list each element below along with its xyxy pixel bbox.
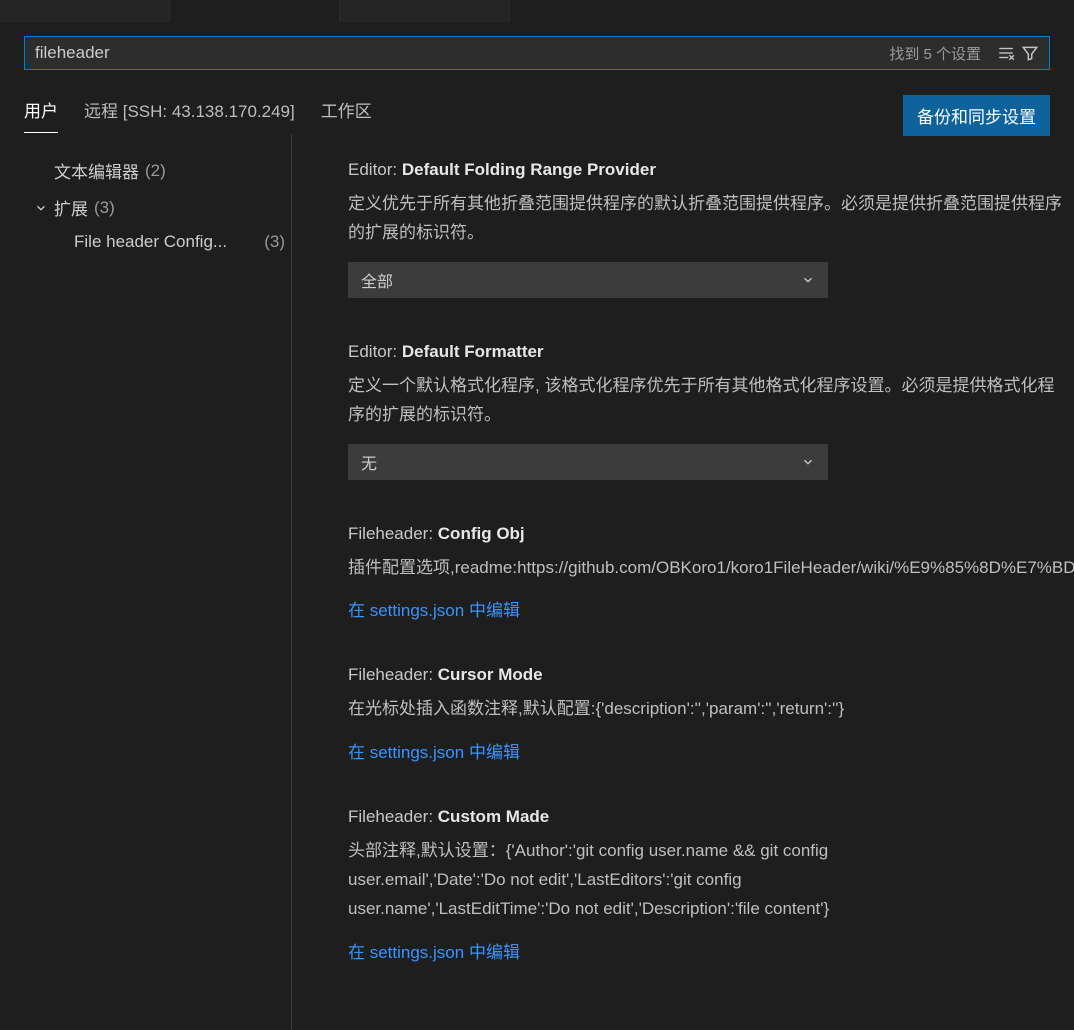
setting-item: Fileheader: Custom Made 头部注释,默认设置：{'Auth… xyxy=(348,807,1068,963)
setting-item: Editor: Default Folding Range Provider 定… xyxy=(348,160,1068,298)
setting-name: Cursor Mode xyxy=(438,665,543,684)
setting-item: Fileheader: Cursor Mode 在光标处插入函数注释,默认配置:… xyxy=(348,665,1068,763)
editor-tab-active[interactable] xyxy=(170,0,340,22)
select-value: 无 xyxy=(361,450,377,474)
scope-tabs: 用户 远程 [SSH: 43.138.170.249] 工作区 xyxy=(24,97,372,133)
setting-select[interactable]: 全部 xyxy=(348,262,828,298)
setting-name: Custom Made xyxy=(438,807,549,826)
editor-tab[interactable] xyxy=(340,0,510,22)
filter-icon[interactable] xyxy=(1021,44,1039,62)
setting-title: Editor: Default Folding Range Provider xyxy=(348,160,1068,180)
setting-description: 定义一个默认格式化程序, 该格式化程序优先于所有其他格式化程序设置。必须是提供格… xyxy=(348,372,1068,430)
sidebar-item-label: File header Config... xyxy=(74,232,227,252)
scope-row: 用户 远程 [SSH: 43.138.170.249] 工作区 备份和同步设置 xyxy=(0,78,1074,134)
sidebar-item-count: (2) xyxy=(145,161,166,181)
setting-name: Config Obj xyxy=(438,524,525,543)
sidebar-item-count: (3) xyxy=(94,198,115,218)
setting-title: Fileheader: Cursor Mode xyxy=(348,665,1068,685)
setting-name: Default Formatter xyxy=(402,342,544,361)
editor-tabs xyxy=(0,0,1074,22)
setting-select[interactable]: 无 xyxy=(348,444,828,480)
setting-title: Fileheader: Custom Made xyxy=(348,807,1068,827)
sidebar-item-text-editor[interactable]: 文本编辑器 (2) xyxy=(0,152,291,189)
edit-in-settings-json-link[interactable]: 在 settings.json 中编辑 xyxy=(348,938,1068,963)
setting-prefix: Fileheader: xyxy=(348,665,438,684)
sync-settings-button[interactable]: 备份和同步设置 xyxy=(903,95,1050,136)
setting-item: Fileheader: Config Obj 插件配置选项,readme:htt… xyxy=(348,524,1068,622)
setting-prefix: Fileheader: xyxy=(348,807,438,826)
scope-tab-remote[interactable]: 远程 [SSH: 43.138.170.249] xyxy=(84,97,295,133)
settings-content: Editor: Default Folding Range Provider 定… xyxy=(292,134,1074,1030)
edit-in-settings-json-link[interactable]: 在 settings.json 中编辑 xyxy=(348,738,1068,763)
scope-tab-workspace[interactable]: 工作区 xyxy=(321,97,372,133)
setting-description: 头部注释,默认设置：{'Author':'git config user.nam… xyxy=(348,837,968,924)
settings-search-row: 找到 5 个设置 xyxy=(0,22,1074,78)
chevron-down-icon xyxy=(32,201,50,215)
chevron-down-icon xyxy=(801,273,815,287)
sidebar-item-fileheader[interactable]: File header Config... (3) xyxy=(0,226,291,258)
sidebar-item-label: 扩展 xyxy=(54,195,88,220)
setting-title: Editor: Default Formatter xyxy=(348,342,1068,362)
clear-filters-icon[interactable] xyxy=(997,44,1015,62)
setting-prefix: Editor: xyxy=(348,160,402,179)
setting-description: 插件配置选项,readme:https://github.com/OBKoro1… xyxy=(348,554,1068,583)
scope-tab-user[interactable]: 用户 xyxy=(24,97,58,133)
setting-title: Fileheader: Config Obj xyxy=(348,524,1068,544)
editor-tab[interactable] xyxy=(0,0,170,22)
setting-name: Default Folding Range Provider xyxy=(402,160,656,179)
chevron-down-icon xyxy=(801,455,815,469)
sidebar-item-label: 文本编辑器 xyxy=(54,158,139,183)
setting-prefix: Editor: xyxy=(348,342,402,361)
search-input[interactable] xyxy=(35,43,889,63)
sidebar-item-count: (3) xyxy=(264,232,285,252)
select-value: 全部 xyxy=(361,268,393,292)
result-count: 找到 5 个设置 xyxy=(889,43,981,64)
setting-description: 在光标处插入函数注释,默认配置:{'description':'','param… xyxy=(348,695,1068,724)
setting-description: 定义优先于所有其他折叠范围提供程序的默认折叠范围提供程序。必须是提供折叠范围提供… xyxy=(348,190,1068,248)
sidebar-item-extensions[interactable]: 扩展 (3) xyxy=(0,189,291,226)
setting-item: Editor: Default Formatter 定义一个默认格式化程序, 该… xyxy=(348,342,1068,480)
search-box: 找到 5 个设置 xyxy=(24,36,1050,70)
edit-in-settings-json-link[interactable]: 在 settings.json 中编辑 xyxy=(348,596,1068,621)
settings-sidebar: 文本编辑器 (2) 扩展 (3) File header Config... (… xyxy=(0,134,292,1030)
setting-prefix: Fileheader: xyxy=(348,524,438,543)
